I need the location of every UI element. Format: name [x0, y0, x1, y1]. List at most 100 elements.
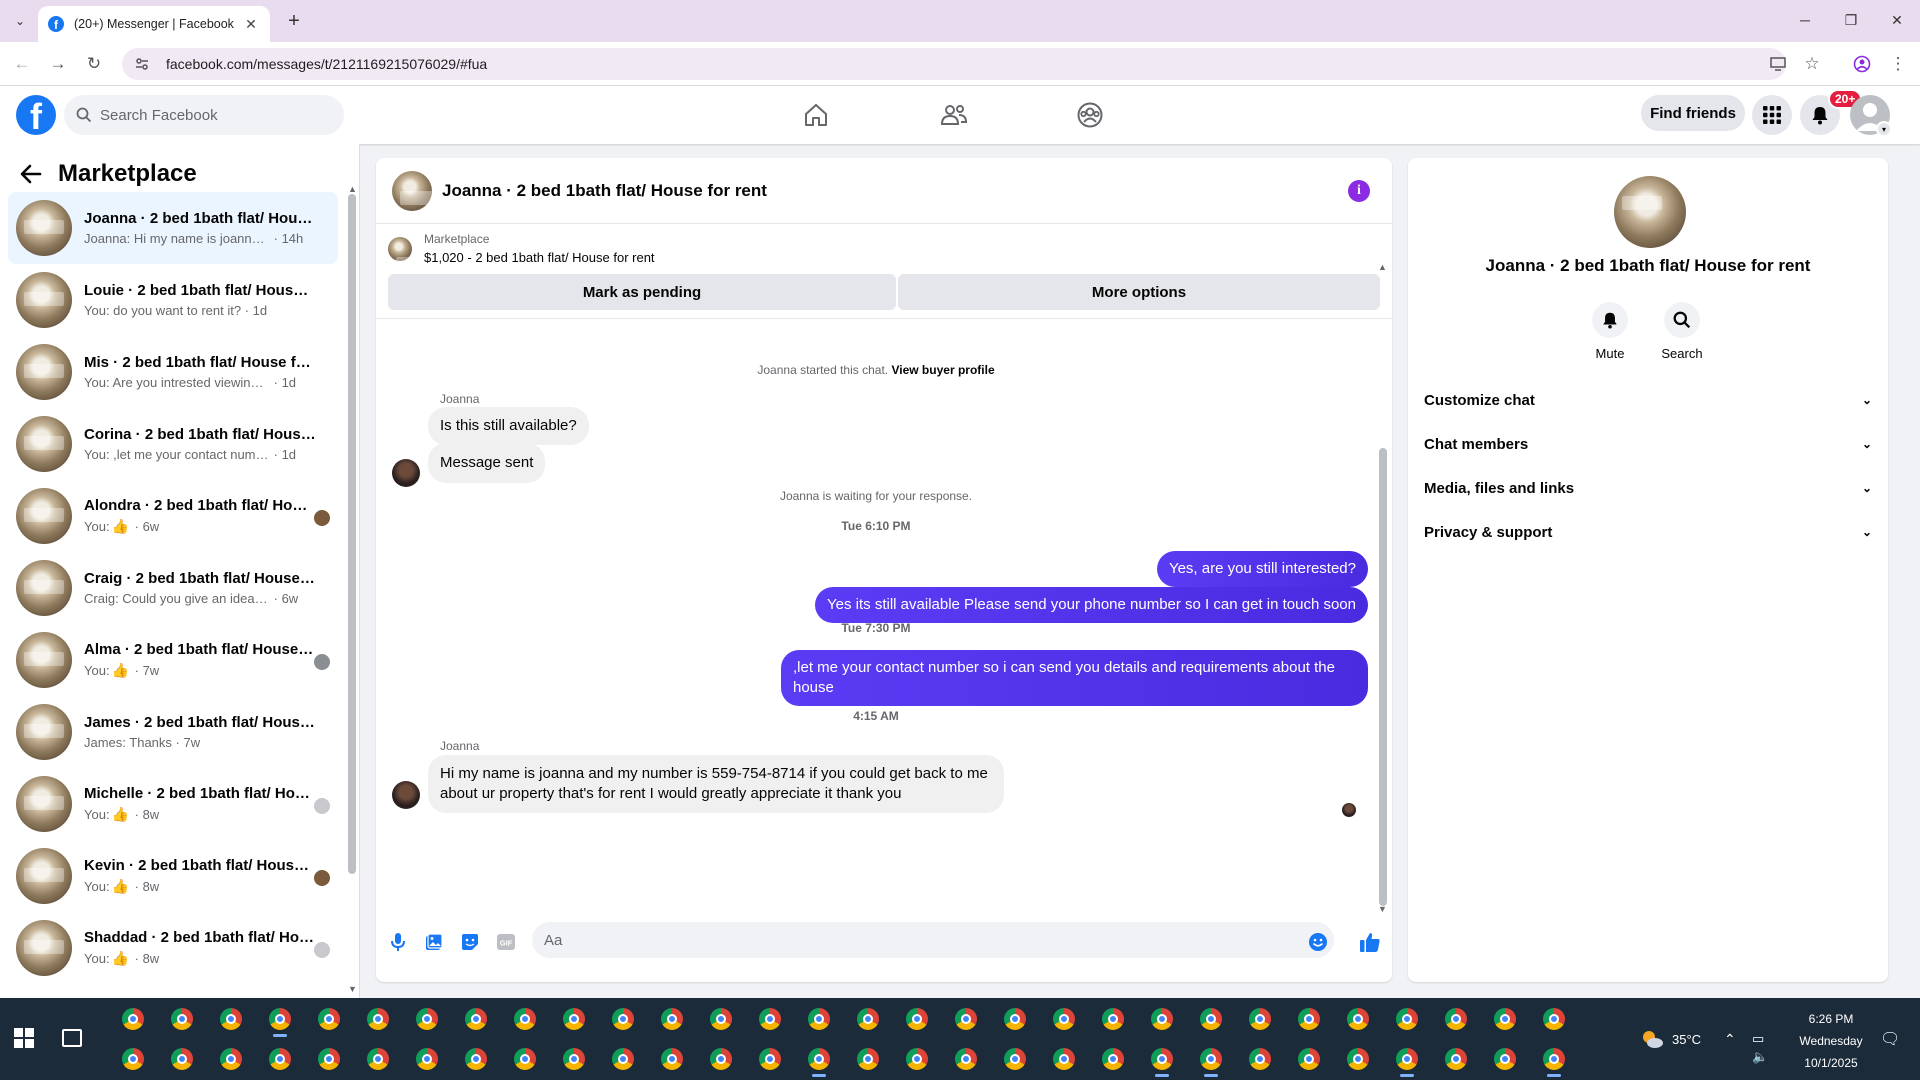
- microphone-icon[interactable]: [386, 930, 410, 954]
- taskbar-chrome-app[interactable]: [794, 1000, 843, 1038]
- taskbar-chrome-app[interactable]: [696, 1000, 745, 1038]
- emoji-icon[interactable]: [1306, 930, 1330, 954]
- taskbar-chrome-app[interactable]: [892, 1040, 941, 1078]
- windows-start-icon[interactable]: [14, 1028, 34, 1048]
- new-tab-plus-icon[interactable]: +: [282, 9, 306, 33]
- conversation-item[interactable]: Alondra · 2 bed 1bath flat/ House for re…: [8, 480, 338, 552]
- taskbar-chrome-app[interactable]: [1333, 1040, 1382, 1078]
- nav-groups[interactable]: [1035, 90, 1145, 140]
- facebook-search-input[interactable]: [100, 106, 320, 124]
- taskbar-chrome-app[interactable]: [1137, 1000, 1186, 1038]
- nav-home[interactable]: [761, 90, 871, 140]
- taskbar-chrome-app[interactable]: [647, 1000, 696, 1038]
- gif-icon[interactable]: GIF: [494, 930, 518, 954]
- taskbar-chrome-app[interactable]: [549, 1000, 598, 1038]
- taskbar-chrome-app[interactable]: [696, 1040, 745, 1078]
- chat-scroll-down-icon[interactable]: ▼: [1378, 904, 1387, 914]
- conversation-item[interactable]: Alma · 2 bed 1bath flat/ House for rent Y…: [8, 624, 338, 696]
- mark-as-pending-button[interactable]: Mark as pending: [388, 274, 896, 310]
- sidebar-scroll-up-icon[interactable]: ▲: [348, 184, 357, 194]
- conversation-item[interactable]: Louie · 2 bed 1bath flat/ House for rent…: [8, 264, 338, 336]
- message-input[interactable]: [532, 922, 1334, 958]
- taskbar-chrome-app[interactable]: [549, 1040, 598, 1078]
- tray-overflow-chevron-icon[interactable]: ⌃: [1724, 998, 1736, 1080]
- taskbar-chrome-app[interactable]: [843, 1040, 892, 1078]
- conversation-item[interactable]: Craig · 2 bed 1bath flat/ House for rent…: [8, 552, 338, 624]
- task-view-icon[interactable]: [62, 1029, 82, 1047]
- taskbar-chrome-app[interactable]: [500, 1040, 549, 1078]
- chat-members-section[interactable]: Chat members ⌄: [1424, 424, 1872, 464]
- conversation-item[interactable]: Shaddad · 2 bed 1bath flat/ House for re…: [8, 912, 338, 984]
- chrome-profile-icon[interactable]: [1850, 52, 1874, 76]
- privacy-support-section[interactable]: Privacy & support ⌄: [1424, 512, 1872, 552]
- facebook-search-box[interactable]: [64, 95, 344, 135]
- taskbar-chrome-app[interactable]: [941, 1000, 990, 1038]
- minimize-icon[interactable]: ─: [1790, 8, 1820, 32]
- taskbar-chrome-app[interactable]: [1382, 1040, 1431, 1078]
- outgoing-message[interactable]: ,let me your contact number so i can sen…: [781, 650, 1368, 706]
- system-clock[interactable]: 6:26 PM Wednesday 10/1/2025: [1786, 1008, 1876, 1074]
- taskbar-chrome-app[interactable]: [1431, 1000, 1480, 1038]
- taskbar-chrome-app[interactable]: [402, 1000, 451, 1038]
- find-friends-button[interactable]: Find friends: [1641, 95, 1745, 131]
- conversation-item[interactable]: Kevin · 2 bed 1bath flat/ House for rent…: [8, 840, 338, 912]
- mute-action[interactable]: Mute: [1580, 302, 1640, 361]
- taskbar-chrome-app[interactable]: [892, 1000, 941, 1038]
- taskbar-chrome-app[interactable]: [500, 1000, 549, 1038]
- taskbar-chrome-app[interactable]: [402, 1040, 451, 1078]
- weather-widget[interactable]: 35°C: [1640, 998, 1701, 1080]
- taskbar-chrome-app[interactable]: [843, 1000, 892, 1038]
- sticker-icon[interactable]: [458, 930, 482, 954]
- chat-scrollbar[interactable]: [1379, 448, 1387, 906]
- browser-tab-messenger[interactable]: f (20+) Messenger | Facebook ✕: [38, 6, 270, 42]
- install-app-icon[interactable]: [1768, 54, 1788, 74]
- taskbar-chrome-app[interactable]: [1284, 1000, 1333, 1038]
- browser-menu-icon[interactable]: ⋮: [1886, 52, 1910, 76]
- search-action[interactable]: Search: [1652, 302, 1712, 361]
- joanna-avatar[interactable]: [392, 781, 420, 809]
- conversation-item[interactable]: Michelle · 2 bed 1bath flat/ House for r…: [8, 768, 338, 840]
- mute-button[interactable]: [1592, 302, 1628, 338]
- view-buyer-profile-link[interactable]: View buyer profile: [891, 363, 994, 377]
- conversation-item[interactable]: Corina · 2 bed 1bath flat/ House for ren…: [8, 408, 338, 480]
- taskbar-chrome-app[interactable]: [1480, 1000, 1529, 1038]
- thumbs-up-like-icon[interactable]: [1358, 930, 1382, 954]
- bookmark-star-icon[interactable]: ☆: [1800, 52, 1824, 76]
- taskbar-chrome-app[interactable]: [1333, 1000, 1382, 1038]
- forward-arrow-icon[interactable]: →: [46, 52, 70, 76]
- taskbar-chrome-app[interactable]: [108, 1040, 157, 1078]
- sidebar-scroll-down-icon[interactable]: ▼: [348, 984, 357, 994]
- taskbar-chrome-app[interactable]: [1382, 1000, 1431, 1038]
- conversation-item[interactable]: James · 2 bed 1bath flat/ House for rent…: [8, 696, 338, 768]
- search-in-chat-button[interactable]: [1664, 302, 1700, 338]
- taskbar-chrome-app[interactable]: [157, 1040, 206, 1078]
- incoming-message[interactable]: Message sent: [428, 443, 546, 483]
- taskbar-chrome-app[interactable]: [745, 1000, 794, 1038]
- back-arrow-icon[interactable]: ←: [10, 52, 34, 76]
- listing-summary[interactable]: Marketplace $1,020 - 2 bed 1bath flat/ H…: [388, 232, 655, 265]
- taskbar-chrome-app[interactable]: [451, 1040, 500, 1078]
- window-close-icon[interactable]: ✕: [1882, 8, 1912, 32]
- taskbar-chrome-app[interactable]: [1137, 1040, 1186, 1078]
- taskbar-chrome-app[interactable]: [990, 1040, 1039, 1078]
- taskbar-chrome-app[interactable]: [1186, 1000, 1235, 1038]
- chat-listing-thumbnail[interactable]: [392, 170, 432, 211]
- taskbar-chrome-app[interactable]: [157, 1000, 206, 1038]
- incoming-message[interactable]: Hi my name is joanna and my number is 55…: [428, 755, 1004, 813]
- taskbar-chrome-app[interactable]: [304, 1040, 353, 1078]
- outgoing-message[interactable]: Yes its still available Please send your…: [815, 587, 1368, 623]
- sidebar-scrollbar[interactable]: [348, 194, 356, 874]
- conversation-item[interactable]: Joanna · 2 bed 1bath flat/ House for ren…: [8, 192, 338, 264]
- photo-icon[interactable]: [422, 930, 446, 954]
- taskbar-chrome-app[interactable]: [1235, 1040, 1284, 1078]
- taskbar-chrome-app[interactable]: [108, 1000, 157, 1038]
- outgoing-message[interactable]: Yes, are you still interested?: [1156, 551, 1368, 587]
- taskbar-chrome-app[interactable]: [353, 1040, 402, 1078]
- taskbar-chrome-app[interactable]: [990, 1000, 1039, 1038]
- restore-icon[interactable]: ❐: [1836, 8, 1866, 32]
- address-bar[interactable]: facebook.com/messages/t/2121169215076029…: [122, 48, 1786, 80]
- taskbar-chrome-app[interactable]: [794, 1040, 843, 1078]
- more-options-button[interactable]: More options: [898, 274, 1380, 310]
- notification-center-icon[interactable]: 🗨: [1880, 998, 1900, 1080]
- taskbar-chrome-app[interactable]: [1088, 1000, 1137, 1038]
